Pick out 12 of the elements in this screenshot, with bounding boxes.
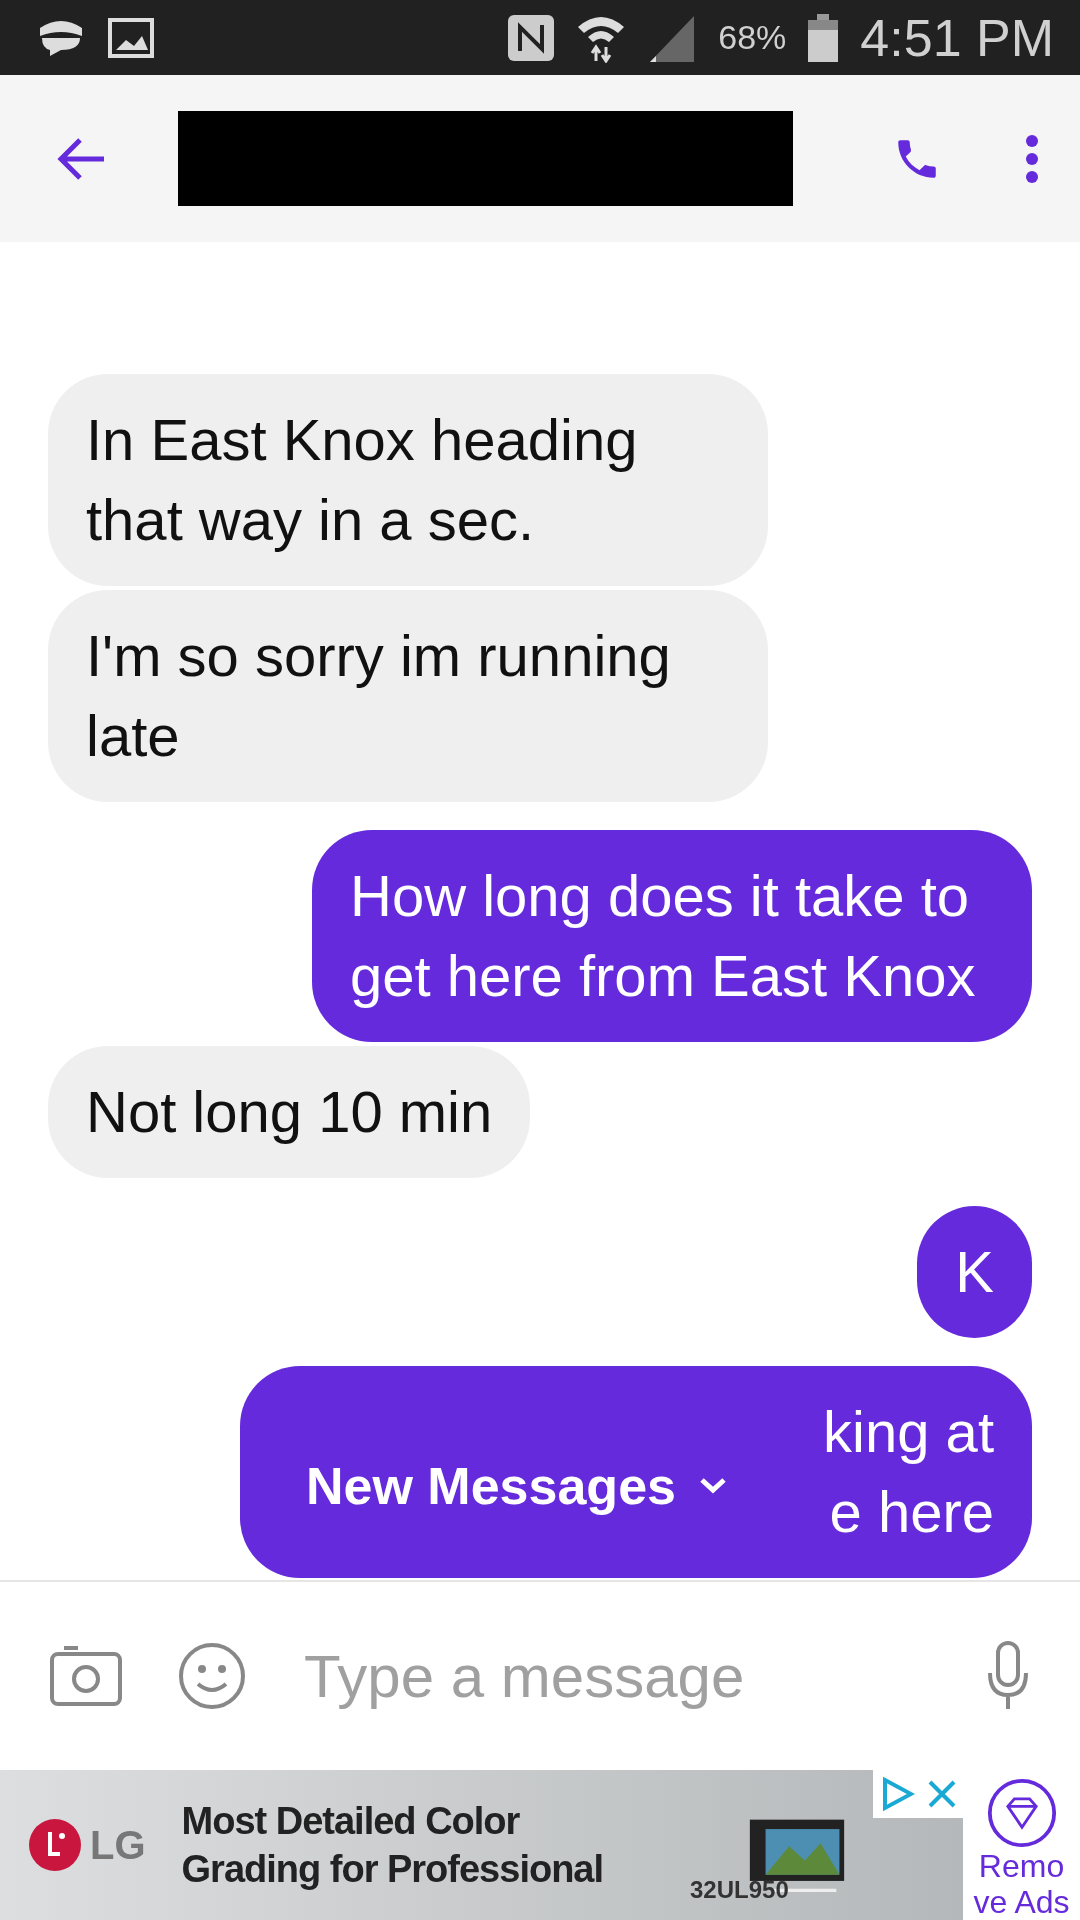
sent-message: How long does it take to get here from East Knox <box>312 830 1032 1042</box>
clock-time: 4:51 PM <box>860 7 1054 68</box>
ad-model-number: 32UL950 <box>690 1876 789 1904</box>
ad-headline: Most Detailed Color Grading for Professional <box>181 1799 605 1892</box>
battery-percentage: 68% <box>718 18 787 57</box>
received-message: In East Knox heading that way in a sec. <box>48 374 768 586</box>
message-input-field[interactable]: Type a message <box>302 1640 930 1712</box>
sent-message: K <box>917 1206 1032 1338</box>
remove-ads-link[interactable]: Remove Ads <box>971 1848 1072 1920</box>
received-message: I'm so sorry im running late <box>48 590 768 802</box>
ad-brand: LG <box>90 1822 146 1868</box>
received-message: Not long 10 min <box>48 1046 531 1178</box>
